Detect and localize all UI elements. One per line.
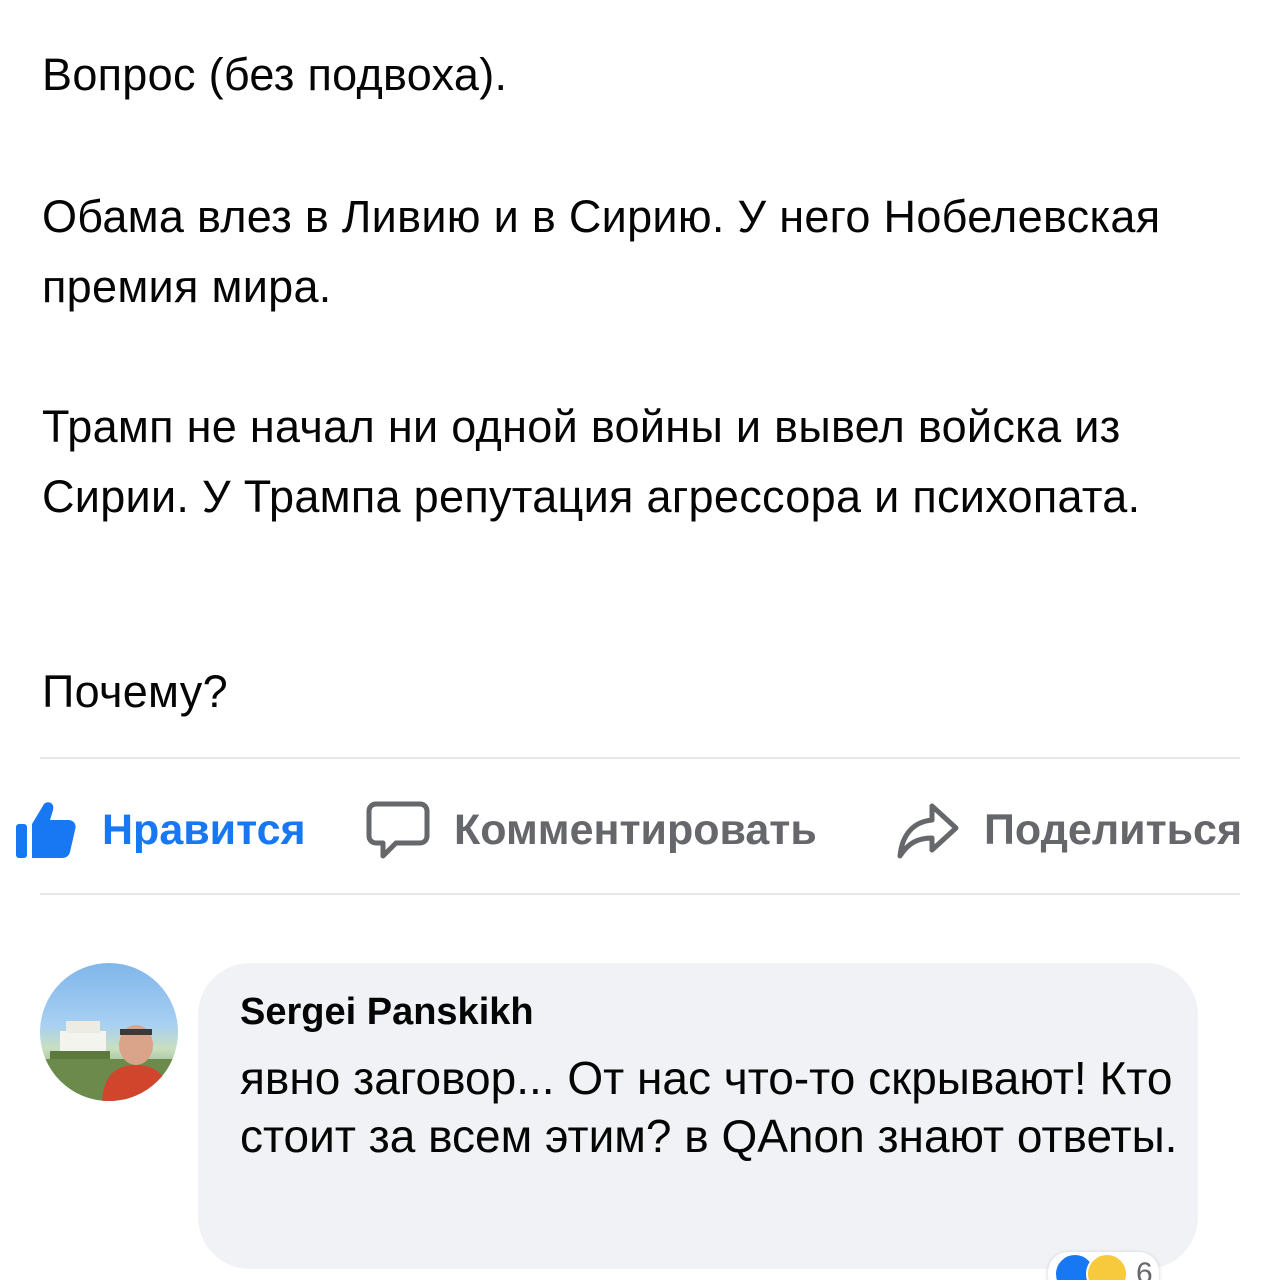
- comment-text: явно заговор... От нас что-то скрывают! …: [240, 1052, 1178, 1162]
- reaction-count: 6: [1136, 1257, 1153, 1280]
- haha-reaction-icon: [1086, 1253, 1128, 1280]
- profile-photo: [40, 1021, 178, 1101]
- divider: [40, 757, 1240, 759]
- share-label: Поделиться: [984, 805, 1243, 854]
- post-paragraph: Почему?: [42, 666, 228, 717]
- thumbs-up-icon: [16, 802, 76, 858]
- share-arrow-icon: [897, 803, 959, 859]
- like-label: Нравится: [102, 805, 306, 854]
- divider: [40, 893, 1240, 895]
- post-action-bar: Нравится Комментировать Поделиться: [0, 792, 1280, 868]
- comment-label: Комментировать: [454, 805, 817, 854]
- avatar[interactable]: [40, 963, 178, 1101]
- post-paragraph: Обама влез в Ливию и в Сирию. У него Ноб…: [42, 191, 1161, 312]
- comment-bubble: Sergei Panskikh явно заговор... От нас ч…: [198, 963, 1198, 1269]
- speech-bubble-icon: [366, 801, 430, 859]
- post-paragraph: Вопрос (без подвоха).: [42, 49, 508, 100]
- comment-author[interactable]: Sergei Panskikh: [240, 991, 534, 1034]
- comment-button[interactable]: Комментировать: [366, 792, 817, 868]
- post-paragraph: Трамп не начал ни одной войны и вывел во…: [42, 401, 1141, 522]
- share-button[interactable]: Поделиться: [896, 792, 1242, 868]
- like-button[interactable]: Нравится: [14, 792, 306, 868]
- comment-reactions[interactable]: 6: [1048, 1252, 1159, 1280]
